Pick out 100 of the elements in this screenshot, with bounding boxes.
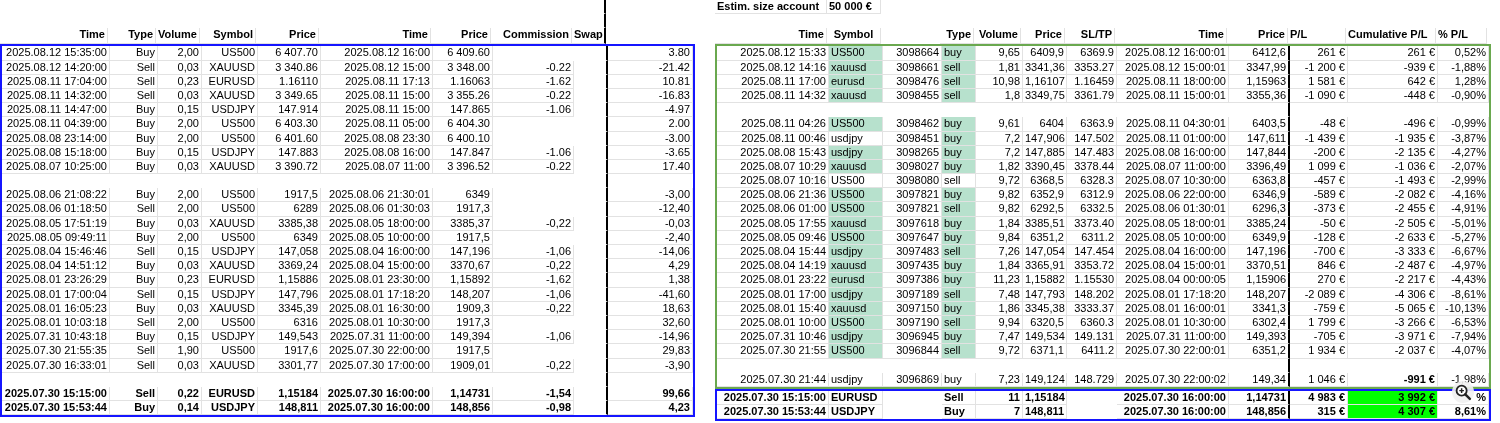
table-cell: 7,26 — [976, 245, 1023, 260]
table-cell: US500 — [202, 344, 258, 359]
table-cell: 3385,51 — [1023, 216, 1067, 231]
table-cell: EURUSD — [202, 74, 258, 89]
table-cell: 1.15530 — [1067, 273, 1117, 288]
table-cell: 2025.07.30 15:53:44 — [717, 405, 829, 420]
column-header: Swap — [572, 28, 606, 45]
table-cell: 1,81 — [976, 60, 1023, 75]
table-cell: -1,88% — [1438, 60, 1489, 75]
table-cell: 0,03 — [158, 358, 202, 373]
table-cell: EURUSD — [829, 390, 883, 406]
table-cell: 2025.08.12 16:00:01 — [1117, 46, 1229, 61]
table-cell: US500 — [202, 315, 258, 331]
table-cell: 846 € — [1290, 259, 1348, 274]
table-cell: 2,00 — [158, 315, 202, 331]
table-cell: -5 065 € — [1348, 301, 1438, 316]
table-cell: -6,53% — [1438, 315, 1489, 331]
table-cell: -50 € — [1290, 216, 1348, 231]
table-cell: 2025.08.08 15:18:00 — [2, 145, 110, 160]
table-cell: usdjpy — [829, 372, 883, 387]
table-cell: 0,03 — [158, 259, 202, 274]
table-cell: 3353.27 — [1067, 60, 1117, 75]
table-cell: -939 € — [1348, 60, 1438, 75]
table-cell: 147,885 — [1023, 145, 1067, 160]
table-cell: 147.847 — [433, 145, 493, 160]
table-cell: -5,01% — [1438, 216, 1489, 231]
table-cell: 0,15 — [158, 245, 202, 260]
table-cell: 2025.08.07 10:30:00 — [1117, 174, 1229, 189]
table-cell: 2025.08.06 21:30:01 — [321, 188, 433, 203]
table-cell: 6412,6 — [1229, 46, 1290, 61]
table-cell: 1,38 — [608, 273, 693, 288]
table-cell: XAUUSD — [202, 60, 258, 75]
table-cell: 3385,37 — [433, 216, 493, 231]
table-cell: -759 € — [1290, 301, 1348, 316]
table-cell: -1.06 — [493, 145, 574, 160]
table-cell: 1,90 — [158, 344, 202, 359]
table-cell: US500 — [829, 344, 883, 359]
table-cell: 2025.08.08 16:00 — [321, 145, 433, 160]
column-header: SL/TP — [1065, 28, 1115, 45]
table-cell: buy — [942, 372, 976, 387]
table-cell: eurusd — [829, 273, 883, 288]
table-cell: 3370,51 — [1229, 259, 1290, 274]
table-cell: 2025.08.07 10:16 — [717, 174, 829, 189]
table-cell: 2025.07.30 16:00:00 — [321, 386, 433, 402]
table-cell: 3 992 € — [1348, 390, 1438, 406]
table-cell: 6328.3 — [1067, 174, 1117, 189]
table-cell: sell — [942, 245, 976, 260]
table-cell: 2025.07.30 17:00:00 — [321, 358, 433, 373]
table-cell: 6409,9 — [1023, 46, 1067, 61]
table-cell: 147,196 — [1229, 245, 1290, 260]
table-cell: 9,82 — [976, 202, 1023, 217]
table-cell: 1 799 € — [1290, 315, 1348, 331]
table-cell: 6349 — [258, 230, 321, 245]
table-cell: -2,99% — [1438, 174, 1489, 189]
column-header: P/L — [1288, 28, 1346, 45]
column-header: Price — [256, 28, 319, 45]
table-cell: 1.16110 — [258, 74, 321, 89]
table-cell: 3301,77 — [258, 358, 321, 373]
table-cell: 6 404.30 — [433, 117, 493, 132]
table-cell: 3333.37 — [1067, 301, 1117, 316]
table-cell: 0,03 — [158, 301, 202, 316]
table-cell: 3361.79 — [1067, 88, 1117, 104]
table-cell: -0,90% — [1438, 88, 1489, 104]
table-cell: XAUUSD — [202, 358, 258, 373]
table-cell: 0,03 — [158, 216, 202, 231]
table-cell: -1 493 € — [1348, 174, 1438, 189]
table-cell: -3.00 — [608, 131, 693, 146]
table-cell: 9,94 — [976, 315, 1023, 331]
table-cell: 2025.08.07 10:29 — [717, 159, 829, 175]
table-cell: 2025.07.30 15:15:00 — [717, 390, 829, 406]
table-cell: -3 266 € — [1348, 315, 1438, 331]
column-header: Symbol — [200, 28, 256, 45]
table-cell: 2025.07.30 16:00:00 — [1117, 390, 1229, 406]
table-cell: 2025.08.06 01:30:01 — [1117, 202, 1229, 217]
table-cell: 2025.08.05 17:51:19 — [2, 216, 110, 231]
table-cell: 1,15184 — [258, 386, 321, 402]
table-cell: buy — [942, 188, 976, 203]
column-header: Type — [940, 28, 974, 45]
table-cell: 6346,9 — [1229, 188, 1290, 203]
table-cell: 0,15 — [158, 145, 202, 160]
table-cell: 0,03 — [158, 159, 202, 175]
column-header: Commission — [491, 28, 572, 45]
table-cell: 2025.08.11 17:13 — [321, 74, 433, 89]
table-cell: 2025.08.12 15:00 — [321, 60, 433, 75]
table-cell: 2025.08.01 16:30:00 — [321, 301, 433, 316]
table-cell: 1 581 € — [1290, 74, 1348, 89]
table-cell: 6 400.10 — [433, 131, 493, 146]
table-cell: 10.81 — [608, 74, 693, 89]
table-cell: 7,48 — [976, 287, 1023, 302]
table-cell: 2025.08.04 16:00:00 — [321, 245, 433, 260]
column-header: Type — [108, 28, 156, 45]
table-cell: Sell — [110, 202, 158, 217]
column-header: Volume — [974, 28, 1021, 45]
table-cell: Buy — [110, 301, 158, 316]
table-cell: USDJPY — [829, 405, 883, 420]
table-cell: 2025.08.06 01:30:03 — [321, 202, 433, 217]
table-cell: 2025.08.01 15:40 — [717, 301, 829, 316]
table-cell: 4,29 — [608, 259, 693, 274]
table-cell: usdjpy — [829, 131, 883, 146]
table-cell: 147,796 — [258, 287, 321, 302]
